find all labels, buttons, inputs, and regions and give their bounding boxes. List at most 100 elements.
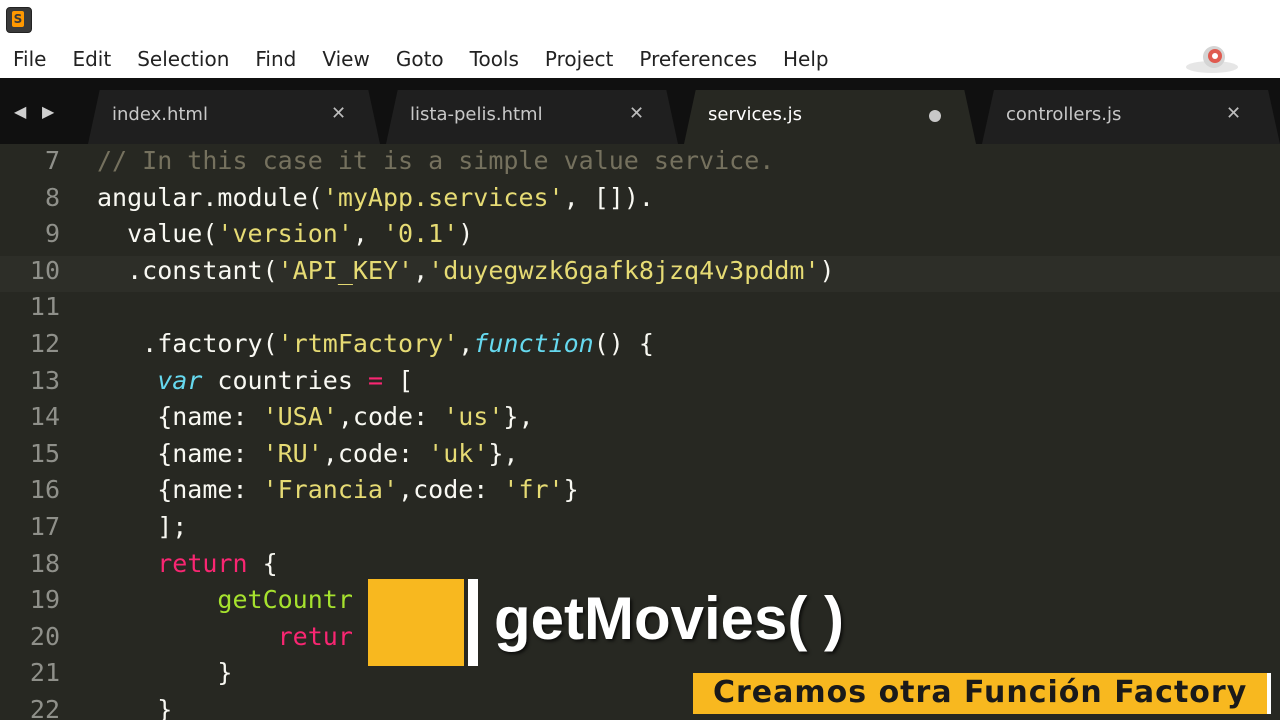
code-token: ,code: (398, 475, 504, 505)
code-token: return (157, 548, 248, 578)
code-token: 'uk' (428, 438, 489, 468)
line-number: 20 (29, 621, 60, 651)
code-token: = (367, 365, 384, 395)
close-icon[interactable]: ✕ (629, 103, 644, 124)
code-token: {name: (97, 475, 263, 505)
arrow-right-icon[interactable]: ▶ (42, 102, 54, 121)
code-token: {name: (97, 438, 263, 468)
code-text: var countries = [ (97, 366, 413, 395)
code-token: } (563, 475, 579, 505)
code-text: angular.module('myApp.services', []). (97, 183, 654, 212)
menu-edit[interactable]: Edit (72, 47, 111, 71)
code-line[interactable]: 15 {name: 'RU',code: 'uk'}, (0, 439, 1280, 476)
menu-goto[interactable]: Goto (396, 47, 444, 71)
code-line[interactable]: 8 angular.module('myApp.services', []). (0, 183, 1280, 220)
code-line[interactable]: 12 .factory('rtmFactory',function() { (0, 329, 1280, 366)
code-line[interactable]: 10 .constant('API_KEY','duyegwzk6gafk8jz… (0, 255, 1280, 293)
line-number: 8 (44, 182, 60, 212)
code-text: ]; (97, 512, 187, 541)
code-token: ,code: (322, 438, 429, 468)
code-token: value( (97, 219, 218, 249)
menu-help[interactable]: Help (783, 47, 829, 71)
caption-text: Creamos otra Función Factory (713, 675, 1248, 710)
code-line[interactable]: 18 return { (0, 549, 1280, 586)
code-token: ) (458, 219, 474, 249)
code-line[interactable]: 7 // In this case it is a simple value se… (0, 146, 1280, 183)
code-token: , (413, 255, 429, 285)
code-token: 'RU' (262, 438, 323, 468)
line-number: 15 (29, 438, 60, 468)
code-token: () { (593, 329, 654, 358)
code-token: angular.module( (97, 182, 323, 212)
code-token: , (352, 219, 383, 249)
code-token: [ (383, 365, 414, 395)
code-text: retur (97, 622, 353, 651)
caption-banner: Creamos otra Función Factory (693, 673, 1271, 714)
unsaved-dot-icon[interactable] (929, 110, 941, 122)
code-token: , (458, 329, 474, 358)
line-number: 18 (29, 548, 60, 578)
code-token: ]; (97, 512, 188, 541)
menu-file[interactable]: File (13, 47, 46, 71)
menu-preferences[interactable]: Preferences (639, 47, 757, 71)
code-line[interactable]: 13 var countries = [ (0, 366, 1280, 403)
code-text: .factory('rtmFactory',function() { (97, 329, 654, 358)
line-number: 14 (29, 402, 60, 432)
code-token: .factory( (97, 329, 278, 358)
line-number: 9 (44, 219, 60, 249)
code-token: 'Francia' (262, 475, 399, 505)
code-token: } (97, 658, 233, 688)
menu-selection[interactable]: Selection (137, 47, 229, 71)
overlay-title: getMovies( ) (494, 585, 845, 652)
line-number: 17 (29, 512, 60, 541)
line-number: 21 (29, 658, 60, 688)
menu-bar: File Edit Selection Find View Goto Tools… (0, 40, 1280, 78)
menu-find[interactable]: Find (255, 47, 296, 71)
line-number: 12 (29, 329, 60, 358)
close-icon[interactable]: ✕ (331, 103, 346, 124)
tab-label: index.html (112, 104, 208, 125)
code-token: 'API_KEY' (277, 255, 414, 285)
code-token: }, (488, 438, 519, 468)
menu-view[interactable]: View (322, 47, 369, 71)
menu-project[interactable]: Project (545, 47, 613, 71)
code-text: .constant('API_KEY','duyegwzk6gafk8jzq4v… (97, 255, 835, 285)
code-line[interactable]: 14 {name: 'USA',code: 'us'}, (0, 402, 1280, 439)
code-token: getCountr (217, 585, 353, 615)
code-token: 'myApp.services' (322, 182, 564, 212)
close-icon[interactable]: ✕ (1226, 103, 1241, 124)
line-number: 11 (29, 292, 60, 322)
code-token: }, (503, 402, 534, 432)
sublime-text-icon[interactable]: S (6, 7, 32, 33)
line-number: 13 (29, 365, 60, 395)
menu-tools[interactable]: Tools (470, 47, 519, 71)
overlay-divider (468, 579, 478, 666)
tab-label: lista-pelis.html (410, 104, 543, 125)
code-text: {name: 'USA',code: 'us'}, (97, 402, 534, 432)
code-token: } (97, 695, 173, 720)
tab-label: controllers.js (1006, 104, 1122, 125)
code-token: retur (277, 621, 353, 651)
code-token: 'duyegwzk6gafk8jzq4v3pddm' (428, 255, 820, 285)
code-text: value('version', '0.1') (97, 219, 473, 248)
code-token: ) (819, 255, 835, 285)
code-token: '0.1' (383, 219, 459, 249)
code-line[interactable]: 9 value('version', '0.1') (0, 219, 1280, 256)
code-token: countries (202, 365, 368, 395)
code-text: {name: 'Francia',code: 'fr'} (97, 475, 579, 505)
code-text: // In this case it is a simple value ser… (97, 146, 774, 175)
code-line[interactable]: 11 (0, 292, 1280, 329)
code-token: // In this case it is a simple value ser… (97, 146, 775, 175)
code-token: {name: (97, 402, 263, 432)
line-number: 7 (44, 146, 60, 175)
code-line[interactable]: 17 ]; (0, 512, 1280, 549)
code-text: return { (97, 548, 277, 578)
arrow-left-icon[interactable]: ◀ (14, 102, 26, 121)
line-number: 19 (29, 585, 60, 615)
code-line[interactable]: 16 {name: 'Francia',code: 'fr'} (0, 475, 1280, 512)
title-bar: S (0, 0, 1280, 40)
